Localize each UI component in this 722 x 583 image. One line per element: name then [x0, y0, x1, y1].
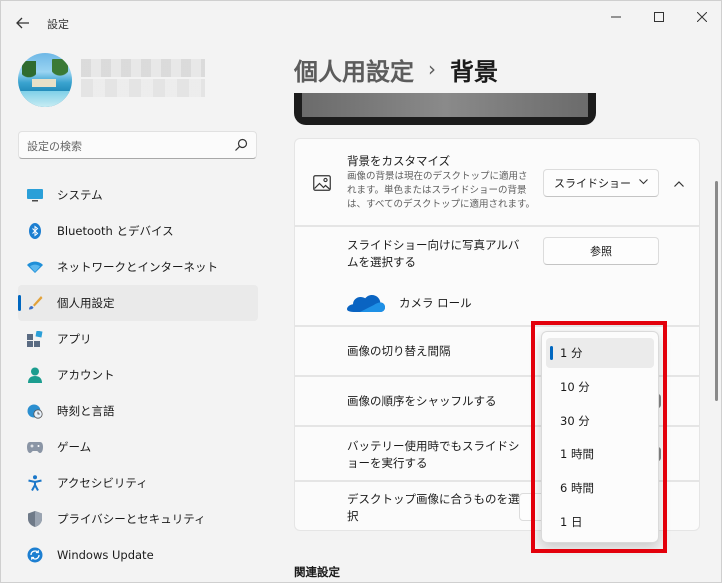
background-type-select[interactable]: スライドショー — [543, 169, 659, 197]
arrow-left-icon — [16, 17, 29, 29]
minimize-button[interactable] — [601, 7, 631, 27]
search-icon — [235, 138, 248, 151]
sidebar-item-network[interactable]: ネットワークとインターネット — [18, 249, 258, 285]
sidebar-item-accounts[interactable]: アカウント — [18, 357, 258, 393]
background-settings-card: 背景をカスタマイズ 画像の背景は現在のデスクトップに適用されます。単色またはスラ… — [294, 138, 700, 226]
search-input[interactable] — [27, 138, 227, 154]
maximize-button[interactable] — [644, 7, 674, 27]
desktop-preview — [294, 93, 596, 125]
chevron-up-icon — [674, 181, 684, 187]
browse-button-label: 参照 — [590, 245, 612, 258]
image-icon — [313, 175, 331, 191]
browse-button[interactable]: 参照 — [543, 237, 659, 265]
sidebar-item-label: 個人用設定 — [57, 296, 115, 310]
option-label: 30 分 — [560, 414, 590, 428]
sidebar-item-label: Bluetooth とデバイス — [57, 224, 174, 238]
interval-option-1hour[interactable]: 1 時間 — [546, 439, 654, 469]
sidebar-item-privacy[interactable]: プライバシーとセキュリティ — [18, 501, 258, 537]
maximize-icon — [654, 12, 664, 22]
minimize-icon — [611, 16, 621, 18]
sidebar-item-label: ネットワークとインターネット — [57, 260, 218, 274]
interval-label: 画像の切り替え間隔 — [347, 344, 451, 358]
sidebar-item-label: 時刻と言語 — [57, 404, 115, 418]
monitor-icon — [27, 187, 43, 203]
sidebar-item-label: ゲーム — [57, 440, 92, 454]
album-folder-name[interactable]: カメラ ロール — [399, 295, 472, 311]
sidebar-item-personalization[interactable]: 個人用設定 — [18, 285, 258, 321]
wifi-icon — [27, 259, 43, 275]
background-type-value: スライドショー — [554, 177, 631, 190]
back-button[interactable] — [13, 13, 33, 33]
sidebar-item-gaming[interactable]: ゲーム — [18, 429, 258, 465]
sidebar-item-label: プライバシーとセキュリティ — [57, 512, 206, 526]
page-title: 背景 — [450, 57, 498, 86]
sidebar-nav: システム Bluetooth とデバイス ネットワークとインターネット 個人用設… — [18, 177, 258, 573]
apps-icon — [27, 331, 43, 347]
shield-icon — [27, 511, 43, 527]
sidebar-item-apps[interactable]: アプリ — [18, 321, 258, 357]
collapse-button[interactable] — [669, 174, 689, 194]
option-label: 1 分 — [560, 346, 583, 360]
sidebar-item-label: Windows Update — [57, 548, 154, 562]
battery-label: バッテリー使用時でもスライドショーを実行する — [347, 439, 520, 470]
window-title: 設定 — [47, 18, 69, 31]
sidebar-item-label: アクセシビリティ — [57, 476, 148, 490]
sidebar-item-bluetooth[interactable]: Bluetooth とデバイス — [18, 213, 258, 249]
scrollbar[interactable] — [715, 181, 718, 401]
related-settings-heading: 関連設定 — [294, 565, 340, 579]
option-label: 1 日 — [560, 515, 583, 529]
interval-dropdown: 1 分 10 分 30 分 1 時間 6 時間 1 日 — [541, 331, 659, 543]
interval-option-10min[interactable]: 10 分 — [546, 372, 654, 402]
album-label: スライドショー向けに写真アルバムを選択する — [347, 238, 520, 269]
accessibility-icon — [27, 475, 43, 491]
sidebar-item-accessibility[interactable]: アクセシビリティ — [18, 465, 258, 501]
sidebar-item-windows-update[interactable]: Windows Update — [18, 537, 258, 573]
breadcrumb: 個人用設定 › 背景 — [294, 51, 498, 87]
gamepad-icon — [27, 439, 43, 455]
chevron-down-icon — [639, 179, 648, 185]
bluetooth-icon — [27, 223, 43, 239]
interval-option-30min[interactable]: 30 分 — [546, 406, 654, 436]
fit-label: デスクトップ画像に合うものを選択 — [347, 492, 520, 523]
title-bar: 設定 — [1, 1, 721, 43]
sidebar-item-time-language[interactable]: 時刻と言語 — [18, 393, 258, 429]
option-label: 1 時間 — [560, 447, 594, 461]
background-title: 背景をカスタマイズ — [347, 154, 451, 168]
option-label: 6 時間 — [560, 481, 594, 495]
breadcrumb-parent[interactable]: 個人用設定 — [294, 52, 414, 87]
option-label: 10 分 — [560, 380, 590, 394]
background-description: 画像の背景は現在のデスクトップに適用されます。単色またはスライドショーの背景は、… — [347, 171, 536, 210]
person-icon — [27, 367, 43, 383]
interval-option-6hour[interactable]: 6 時間 — [546, 473, 654, 503]
sidebar-item-label: システム — [57, 188, 103, 202]
close-icon — [697, 12, 707, 22]
close-button[interactable] — [687, 7, 717, 27]
breadcrumb-separator: › — [428, 57, 436, 81]
sidebar-item-label: アプリ — [57, 332, 92, 346]
interval-option-1day[interactable]: 1 日 — [546, 507, 654, 537]
interval-option-1min[interactable]: 1 分 — [546, 338, 654, 368]
settings-window: 設定 システム — [0, 0, 722, 583]
brush-icon — [27, 295, 43, 311]
shuffle-label: 画像の順序をシャッフルする — [347, 394, 497, 408]
account-name-redacted — [81, 59, 205, 77]
search-box[interactable] — [18, 131, 257, 159]
account-email-redacted — [81, 79, 205, 97]
album-settings-card: スライドショー向けに写真アルバムを選択する 参照 カメラ ロール — [294, 226, 700, 326]
fit-select-partial[interactable] — [519, 493, 543, 521]
sidebar-item-label: アカウント — [57, 368, 115, 382]
onedrive-cloud-icon — [347, 295, 385, 312]
update-icon — [27, 547, 43, 563]
sidebar-item-system[interactable]: システム — [18, 177, 258, 213]
globe-clock-icon — [27, 403, 43, 419]
avatar[interactable] — [18, 53, 72, 107]
